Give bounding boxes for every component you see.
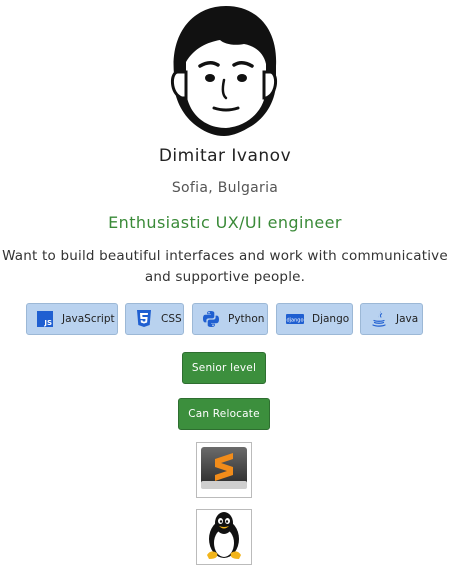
skill-java[interactable]: Java: [360, 303, 423, 335]
skills-list: JS JavaScript CSS Python django Django J…: [0, 303, 450, 337]
skill-django[interactable]: django Django: [276, 303, 353, 335]
java-icon: [370, 310, 388, 328]
skill-label: CSS: [161, 313, 182, 325]
javascript-icon: JS: [36, 310, 54, 328]
profile-page: Dimitar Ivanov Sofia, Bulgaria Enthusias…: [0, 0, 450, 569]
seniority-badge: Senior level: [182, 352, 266, 384]
django-icon: django: [286, 310, 304, 328]
skill-label: Python: [228, 313, 265, 325]
skill-label: Java: [396, 313, 419, 325]
profile-name: Dimitar Ivanov: [158, 146, 292, 166]
css3-icon: [135, 310, 153, 328]
profile-location: Sofia, Bulgaria: [171, 180, 279, 196]
svg-text:JS: JS: [43, 319, 52, 327]
profile-bio: Want to build beautiful interfaces and w…: [0, 246, 450, 288]
avatar: [164, 2, 284, 140]
skill-css[interactable]: CSS: [125, 303, 184, 335]
python-icon: [202, 310, 220, 328]
skill-label: Django: [312, 313, 350, 325]
skill-python[interactable]: Python: [192, 303, 268, 335]
svg-text:django: django: [286, 318, 303, 324]
skill-label: JavaScript: [62, 313, 115, 325]
sublime-text-icon: [199, 445, 249, 495]
relocate-badge: Can Relocate: [178, 398, 270, 430]
tool-tile-sublime[interactable]: [196, 442, 252, 498]
profile-headline: Enthusiastic UX/UI engineer: [108, 213, 342, 232]
tool-tile-linux[interactable]: [196, 509, 252, 565]
bio-line-1: Want to build beautiful interfaces and w…: [2, 248, 448, 264]
skill-javascript[interactable]: JS JavaScript: [26, 303, 118, 335]
bio-line-2: and supportive people.: [144, 269, 306, 285]
linux-tux-icon: [201, 509, 247, 565]
